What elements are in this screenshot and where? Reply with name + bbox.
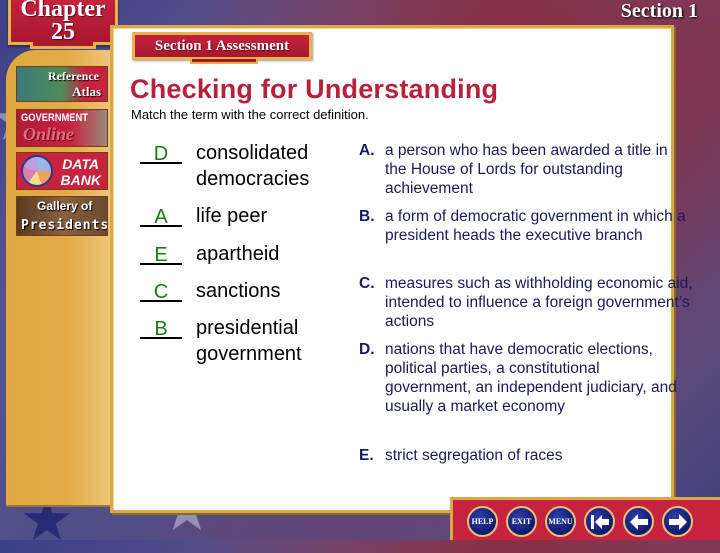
- definition-letter: E.: [359, 447, 374, 464]
- pie-chart-icon: [23, 157, 51, 185]
- sidebar: Reference Atlas GOVERNMENT Online DATA B…: [6, 50, 112, 507]
- section-label: Section 1: [620, 0, 698, 22]
- term-label: sanctions: [196, 280, 281, 302]
- navigation-bar: HELP EXIT MENU: [450, 497, 720, 540]
- definition-letter: D.: [359, 341, 375, 358]
- term-item: A life peer: [140, 205, 268, 229]
- data-bank-button[interactable]: DATA BANK: [16, 152, 108, 190]
- definition-item: D. nations that have democratic election…: [359, 340, 699, 416]
- gallery-label-line2: Presidents: [21, 218, 108, 233]
- definition-letter: B.: [359, 208, 375, 225]
- help-button[interactable]: HELP: [467, 506, 498, 537]
- government-online-label-line2: Online: [23, 124, 75, 144]
- definition-item: B. a form of democratic government in wh…: [359, 207, 699, 245]
- reference-atlas-label-line1: Reference: [47, 69, 99, 83]
- government-online-button[interactable]: GOVERNMENT Online: [16, 109, 108, 147]
- answer-blank: A: [140, 206, 182, 228]
- definition-letter: A.: [359, 142, 375, 159]
- answer-blank: B: [140, 318, 182, 340]
- section-assessment-tab: Section 1 Assessment: [132, 32, 312, 60]
- government-online-label-line1: GOVERNMENT: [21, 112, 89, 124]
- answer-blank: C: [140, 281, 182, 303]
- chapter-badge: Chapter 25: [8, 0, 118, 45]
- help-button-label: HELP: [471, 517, 494, 526]
- gallery-label-line1: Gallery of: [37, 199, 93, 213]
- definition-item: A. a person who has been awarded a title…: [359, 141, 699, 198]
- term-item: B presidential government: [140, 317, 336, 367]
- previous-button[interactable]: [623, 506, 654, 537]
- term-item: E apartheid: [140, 243, 280, 267]
- menu-button-label: MENU: [548, 517, 573, 526]
- chapter-number: 25: [51, 19, 75, 45]
- definition-text: a form of democratic government in which…: [385, 208, 686, 244]
- definition-text: a person who has been awarded a title in…: [385, 142, 668, 197]
- definition-text: measures such as withholding economic ai…: [385, 275, 693, 330]
- previous-arrow-icon: [629, 513, 648, 530]
- exit-button-label: EXIT: [511, 517, 532, 526]
- term-label: life peer: [196, 205, 268, 227]
- answer-blank: D: [140, 143, 182, 165]
- first-slide-icon: [590, 514, 609, 529]
- chapter-word: Chapter: [20, 0, 106, 22]
- menu-button[interactable]: MENU: [545, 506, 576, 537]
- reference-atlas-label-line2: Atlas: [72, 84, 101, 99]
- term-label: consolidated democracies: [196, 142, 310, 190]
- next-button[interactable]: [662, 506, 693, 537]
- next-arrow-icon: [668, 513, 687, 530]
- definition-text: nations that have democratic elections, …: [385, 341, 677, 415]
- definition-item: E. strict segregation of races: [359, 446, 699, 465]
- instruction-text: Match the term with the correct definiti…: [131, 107, 369, 122]
- gallery-of-presidents-button[interactable]: Gallery of Presidents: [16, 196, 108, 236]
- chapter-badge-notch: [30, 42, 96, 49]
- term-item: C sanctions: [140, 280, 281, 304]
- definition-text: strict segregation of races: [385, 447, 563, 464]
- section-tab-notch: [190, 59, 258, 64]
- reference-atlas-button[interactable]: Reference Atlas: [16, 66, 108, 102]
- term-item: D consolidated democracies: [140, 142, 336, 192]
- term-label: presidential government: [196, 317, 302, 365]
- answer-blank: E: [140, 244, 182, 266]
- data-bank-label-line1: DATA: [62, 156, 99, 172]
- data-bank-label-line2: BANK: [60, 172, 101, 188]
- definition-letter: C.: [359, 275, 375, 292]
- page-title: Checking for Understanding: [130, 74, 499, 104]
- exit-button[interactable]: EXIT: [506, 506, 537, 537]
- first-slide-button[interactable]: [584, 506, 615, 537]
- term-label: apartheid: [196, 243, 280, 265]
- definition-item: C. measures such as withholding economic…: [359, 274, 699, 331]
